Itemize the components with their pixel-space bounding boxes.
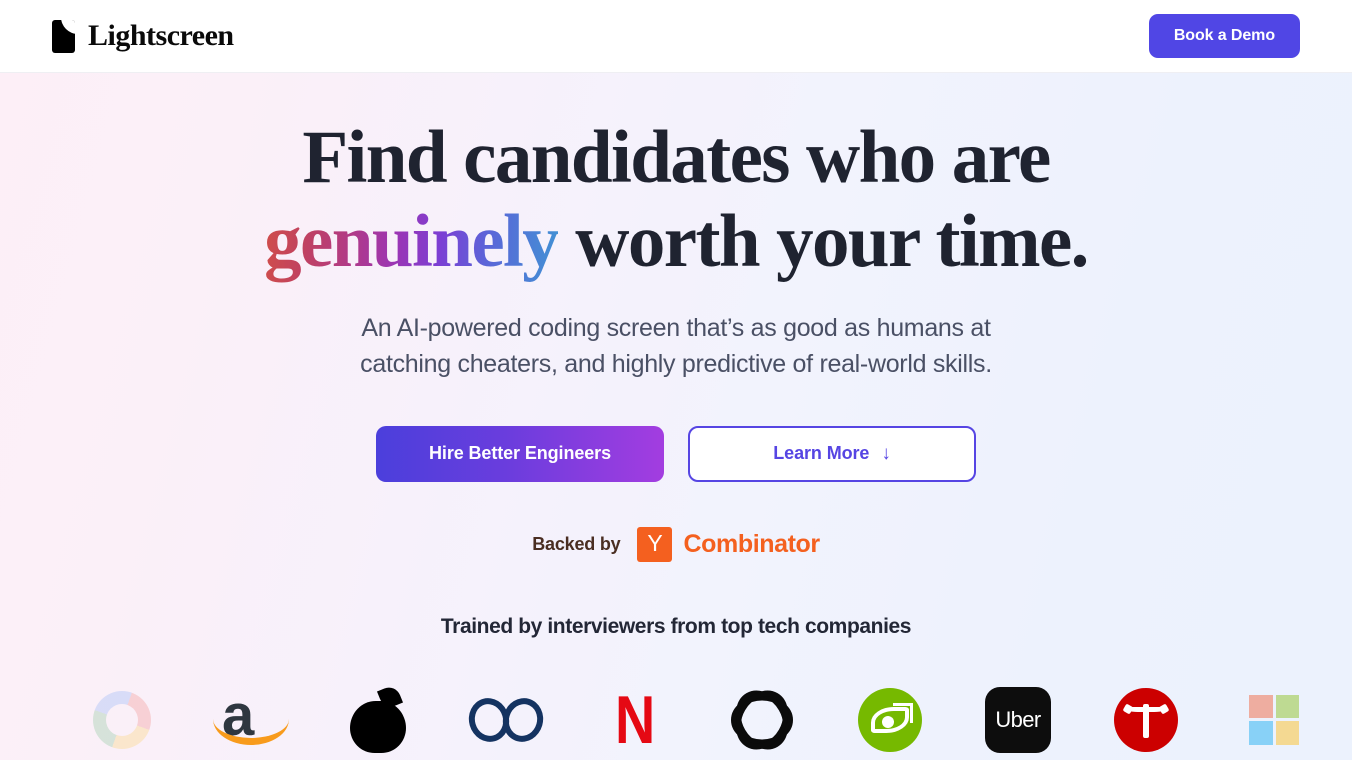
y-combinator-name: Combinator [683,529,820,558]
headline-gradient-word: genuinely [264,200,560,283]
brand-logo[interactable]: Lightscreen [52,19,234,53]
company-logo-meta [442,674,570,760]
headline-line-2-rest: worth your time. [558,200,1089,283]
headline-line-1: Find candidates who are [302,116,1051,199]
brand-name: Lightscreen [88,19,234,52]
backed-by-label: Backed by [532,533,621,554]
y-combinator-mark-icon: Y [637,526,673,562]
company-logo-track: a N Uber [0,665,1352,760]
hire-better-engineers-button[interactable]: Hire Better Engineers [376,425,664,482]
company-logo-google [58,674,186,760]
hero-cta-row: Hire Better Engineers Learn More ↓ [0,425,1352,482]
netflix-logo-icon: N [615,681,655,758]
learn-more-label: Learn More [773,443,870,463]
company-logo-netflix: N [570,674,698,760]
page-title: Find candidates who are genuinely worth … [0,120,1352,279]
company-logo-tesla [1082,674,1210,760]
site-header: Lightscreen Book a Demo [0,0,1352,73]
headline-line-2: genuinely worth your time. [40,204,1312,279]
company-logo-openai [698,674,826,760]
company-logo-amazon: a [186,674,314,760]
apple-logo-icon [350,683,406,753]
company-logo-apple [314,674,442,760]
subtitle-line-1: An AI-powered coding screen that’s as go… [361,314,991,342]
openai-logo-icon [725,680,799,759]
uber-logo-text: Uber [995,706,1041,732]
subtitle-line-2: catching cheaters, and highly predictive… [360,350,992,379]
learn-more-button[interactable]: Learn More ↓ [688,425,976,482]
company-logo-microsoft [1210,674,1338,760]
microsoft-logo-icon [1249,694,1299,745]
nvidia-logo-icon [858,687,922,752]
meta-logo-icon [463,692,549,747]
lightscreen-logo-icon [52,19,75,53]
page-root: Lightscreen Book a Demo Find candidates … [0,0,1352,760]
hero-subtitle: An AI-powered coding screen that’s as go… [0,310,1352,383]
arrow-down-icon: ↓ [881,443,891,464]
company-logo-strip: a N Uber [0,665,1352,760]
amazon-logo-icon: a [207,686,293,751]
hero-section: Find candidates who are genuinely worth … [0,73,1352,760]
company-logo-uber: Uber [954,674,1082,760]
company-logo-nvidia [826,674,954,760]
backed-by-row: Backed by Y Combinator [0,526,1352,562]
book-demo-button[interactable]: Book a Demo [1148,14,1300,58]
y-combinator-logo[interactable]: Y Combinator [637,526,820,562]
tesla-logo-icon [1114,687,1178,752]
uber-logo-icon: Uber [985,686,1051,753]
logo-strip-title: Trained by interviewers from top tech co… [440,614,912,638]
google-logo-icon [93,690,151,749]
